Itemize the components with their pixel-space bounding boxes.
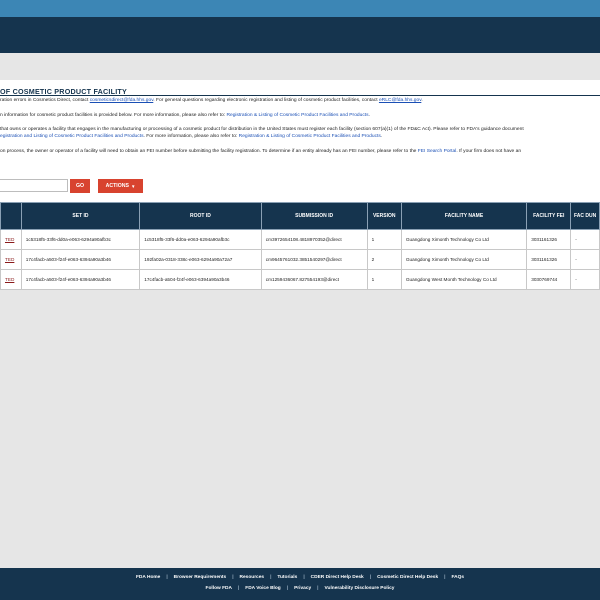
facility-fei-cell: 3031161326 [526,249,572,270]
site-header [0,17,600,53]
footer-link-cosmetic-help-desk[interactable]: Cosmetic Direct Help Desk [377,575,438,580]
col-facility-fei-header[interactable]: FACILITY FEI [526,202,572,230]
footer-link-follow-fda[interactable]: Follow FDA [206,586,232,591]
row-status-link[interactable]: TED [0,229,22,250]
footer-separator: | [303,575,305,580]
footer-separator: | [444,575,446,580]
footer-link-tutorials[interactable]: Tutorials [277,575,297,580]
facility-duns-cell: - [570,229,600,250]
footer-link-privacy[interactable]: Privacy [294,586,311,591]
footer-separator: | [369,575,372,580]
footer-link-resources[interactable]: Resources [240,575,265,580]
fei-search-portal-link[interactable]: FEI Search Portal [418,149,457,154]
table-row: TED 17c4facb-a503-f24f-e063-6394a90a3b46… [0,269,600,290]
version-cell: 1 [366,229,402,250]
info-text: . [368,113,370,118]
version-cell: 1 [366,269,402,290]
facility-fei-cell: 3031161326 [526,229,572,250]
search-input[interactable] [0,179,68,192]
info-line-fei: on process, the owner or operator of a f… [0,149,521,154]
col-facility-name-header[interactable]: FACILITY NAME [400,202,528,230]
table-row: TED 1c5318f5-33f6-dd0a-e063-6294a90afb3c… [0,229,600,250]
facility-duns-cell: - [570,249,600,270]
submission-id-cell: cm9645761032.3851540297@direct [260,249,368,270]
footer-separator: | [270,575,272,580]
root-id-cell: 17c4facb-a504-f24f-e063-6394a90a3b46 [139,269,262,290]
title-divider [0,95,600,96]
info-line-owner: that owns or operates a facility that en… [0,127,524,132]
root-id-cell: 1c5318f5-33f6-dd0a-e063-6294a90afb3c [139,229,262,250]
set-id-cell: 17c4facb-a503-f24f-e063-6394a90a3b46 [20,249,141,270]
version-cell: 2 [366,249,402,270]
info-text: that owns or operates a facility that en… [0,127,524,132]
facility-name-cell: Guangdong Ximonth Technology Co Ltd [400,249,528,270]
top-strip [0,0,600,17]
info-text: . For more information, please also refe… [143,134,239,139]
go-button[interactable]: GO [70,179,90,193]
set-id-cell: 1c5318f5-33f6-dd0a-e063-6294a90afb3c [20,229,141,250]
col-root-id-header[interactable]: ROOT ID [139,202,262,230]
registration-listing-link-2[interactable]: Registration & Listing of Cosmetic Produ… [239,134,381,139]
footer-link-vulnerability-disclosure[interactable]: Vulnerability Disclosure Policy [325,586,395,591]
footer-links-secondary: Follow FDA | FDA Voice Blog | Privacy | Vul… [0,586,600,591]
col-set-id-header[interactable]: SET ID [20,202,141,230]
info-text: on process, the owner or operator of a f… [0,149,418,154]
facility-fei-cell: 3030769744 [526,269,572,290]
footer-link-cder-help-desk[interactable]: CDER Direct Help Desk [311,575,364,580]
footer-separator: | [286,586,289,591]
table-row: TED 17c4facb-a503-f24f-e063-6394a90a3b46… [0,249,600,270]
info-text: . For general questions regarding electr… [153,98,379,103]
footer-separator: | [232,575,234,580]
col-facility-duns-header[interactable]: FAC DUN [570,202,600,230]
footer-link-faqs[interactable]: FAQs [451,575,464,580]
facility-table: SET ID ROOT ID SUBMISSION ID VERSION FAC… [0,202,600,290]
set-id-cell: 17c4facb-a503-f24f-e063-6394a90a3b46 [20,269,141,290]
row-status-link[interactable]: TED [0,249,22,270]
facility-name-cell: Guangdong Ximonth Technology Co Ltd [400,229,528,250]
info-text: . [421,98,423,103]
footer-separator: | [317,586,319,591]
facility-duns-cell: - [570,269,600,290]
col-version-header[interactable]: VERSION [366,202,402,230]
info-text: ration errors in Cosmetics Direct, conta… [0,98,90,103]
erlc-email-link[interactable]: eRLC@fda.hhs.gov [379,98,421,103]
table-header-row: SET ID ROOT ID SUBMISSION ID VERSION FAC… [0,202,600,230]
root-id-cell: 192fa02a-0318-338c-e063-6294a90a72a7 [139,249,262,270]
col-status-header[interactable] [0,202,22,230]
info-text: . If your firm does not have an [456,149,522,154]
footer-link-browser-requirements[interactable]: Browser Requirements [174,575,227,580]
actions-label: ACTIONS [105,183,129,189]
footer-separator: | [166,575,168,580]
submission-id-cell: cm1259436067.827554193@direct [260,269,368,290]
info-text: n information for cosmetic product facil… [0,113,227,118]
chevron-down-icon: ▼ [130,183,136,189]
info-text: . [380,134,383,139]
row-status-link[interactable]: TED [0,269,22,290]
site-footer [0,568,600,600]
footer-link-fda-voice-blog[interactable]: FDA Voice Blog [245,586,280,591]
footer-separator: | [237,586,240,591]
facility-name-cell: Guangdong West Month Technology Co Ltd [400,269,528,290]
submission-id-cell: cm3972654108.4818970352@direct [260,229,368,250]
footer-links-primary: FDA Home | Browser Requirements | Resource… [0,575,600,580]
col-submission-id-header[interactable]: SUBMISSION ID [260,202,368,230]
guidance-document-link[interactable]: egistration and Listing of Cosmetic Prod… [0,134,144,139]
info-line-registration: n information for cosmetic product facil… [0,113,370,118]
actions-dropdown-button[interactable]: ACTIONS ▼ [98,179,143,193]
info-line-contact: ration errors in Cosmetics Direct, conta… [0,98,423,103]
info-line-guidance: egistration and Listing of Cosmetic Prod… [0,134,382,139]
cosmeticsdirect-email-link[interactable]: cosmeticsdirect@fda.hhs.gov [90,98,154,103]
footer-link-fda-home[interactable]: FDA Home [136,575,160,580]
registration-listing-link[interactable]: Registration & Listing of Cosmetic Produ… [226,113,368,118]
